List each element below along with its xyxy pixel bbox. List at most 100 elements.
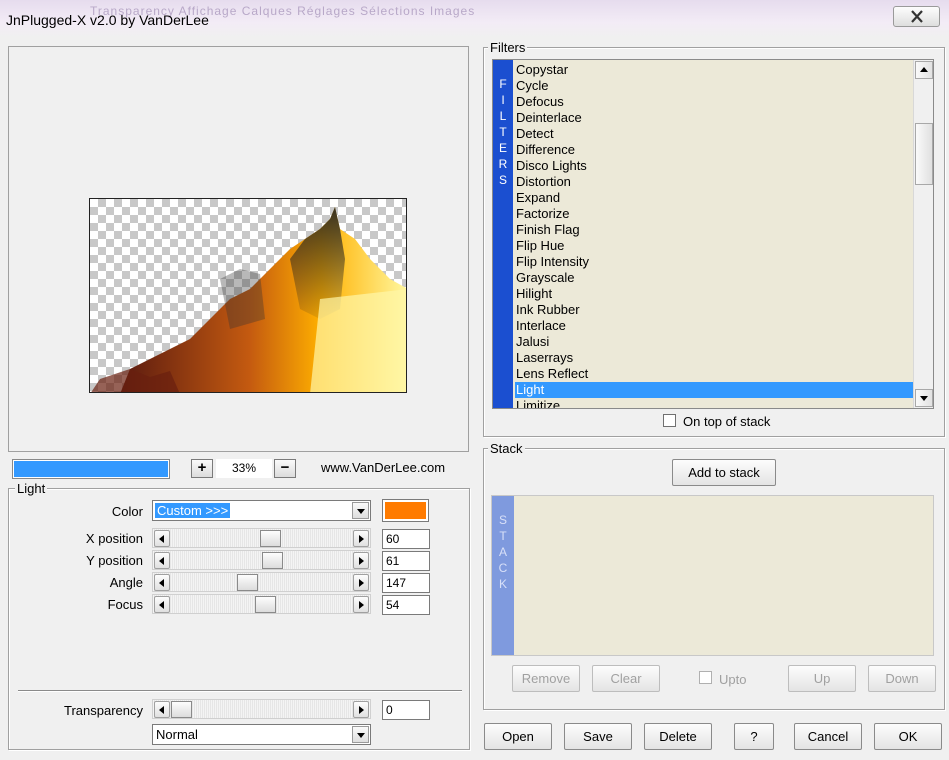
preview-panel: [8, 46, 469, 452]
strip-letter: T: [499, 529, 507, 543]
cancel-button[interactable]: Cancel: [794, 723, 862, 750]
filter-item[interactable]: Disco Lights: [515, 158, 913, 174]
strip-letter: I: [501, 93, 505, 107]
filters-items: Copystar Cycle Defocus Deinterlace Detect Dif…: [515, 62, 913, 408]
filter-item[interactable]: Expand: [515, 190, 913, 206]
filter-item[interactable]: Copystar: [515, 62, 913, 78]
strip-letter: R: [498, 157, 508, 171]
filter-item[interactable]: Laserrays: [515, 350, 913, 366]
scroll-down-icon[interactable]: [915, 389, 933, 407]
stack-list[interactable]: STACK: [491, 495, 934, 656]
slider-thumb[interactable]: [260, 530, 281, 547]
help-button[interactable]: ?: [734, 723, 774, 750]
add-to-stack-button[interactable]: Add to stack: [672, 459, 776, 486]
param-slider[interactable]: [152, 572, 371, 592]
filter-item[interactable]: Hilight: [515, 286, 913, 302]
transparency-slider[interactable]: [152, 699, 371, 719]
filter-item[interactable]: Cycle: [515, 78, 913, 94]
filter-item[interactable]: Jalusi: [515, 334, 913, 350]
ok-button[interactable]: OK: [874, 723, 942, 750]
on-top-checkbox[interactable]: [663, 414, 676, 427]
strip-letter: S: [498, 173, 507, 187]
param-value[interactable]: 147: [382, 573, 430, 593]
filters-list[interactable]: FILTERS Copystar Cycle Defocus Deinterlace D…: [492, 59, 934, 409]
open-button[interactable]: Open: [484, 723, 552, 750]
param-value[interactable]: 60: [382, 529, 430, 549]
param-slider[interactable]: [152, 550, 371, 570]
slider-thumb[interactable]: [171, 701, 192, 718]
progress-bar: [12, 459, 170, 479]
down-button[interactable]: Down: [868, 665, 936, 692]
title-bar: Transparency Affichage Calques Réglages …: [0, 0, 949, 38]
filter-item[interactable]: Lens Reflect: [515, 366, 913, 382]
color-combo-value: Custom >>>: [155, 503, 231, 518]
remove-button[interactable]: Remove: [512, 665, 580, 692]
blend-mode-select[interactable]: Normal: [152, 724, 371, 745]
arrow-left-icon[interactable]: [154, 596, 170, 613]
slider-thumb[interactable]: [255, 596, 276, 613]
param-value[interactable]: 54: [382, 595, 430, 615]
filter-item[interactable]: Finish Flag: [515, 222, 913, 238]
filter-item[interactable]: Factorize: [515, 206, 913, 222]
filter-item[interactable]: Defocus: [515, 94, 913, 110]
upto-checkbox[interactable]: [699, 671, 712, 684]
arrow-left-icon[interactable]: [154, 574, 170, 591]
color-label: Color: [111, 504, 143, 519]
scroll-up-icon[interactable]: [915, 61, 933, 79]
filter-item[interactable]: Flip Hue: [515, 238, 913, 254]
strip-letter: L: [499, 109, 507, 123]
arrow-right-icon[interactable]: [353, 701, 369, 718]
filter-item[interactable]: Grayscale: [515, 270, 913, 286]
zoom-out-button[interactable]: −: [274, 459, 296, 478]
arrow-left-icon[interactable]: [154, 701, 170, 718]
filter-item[interactable]: Interlace: [515, 318, 913, 334]
strip-letter: A: [498, 545, 507, 559]
transparency-label: Transparency: [64, 703, 143, 718]
param-value[interactable]: 61: [382, 551, 430, 571]
param-label: X position: [85, 531, 143, 546]
arrow-left-icon[interactable]: [154, 530, 170, 547]
param-label: Angle: [109, 575, 143, 590]
filter-item[interactable]: Distortion: [515, 174, 913, 190]
strip-letter: E: [498, 141, 507, 155]
chevron-down-icon[interactable]: [352, 502, 369, 519]
zoom-level: 33%: [216, 459, 272, 478]
save-button[interactable]: Save: [564, 723, 632, 750]
filter-item[interactable]: Light: [515, 382, 913, 398]
zoom-in-button[interactable]: +: [191, 459, 213, 478]
preview-image[interactable]: [89, 198, 407, 393]
strip-letter: T: [499, 125, 507, 139]
filter-item[interactable]: Deinterlace: [515, 110, 913, 126]
filter-item[interactable]: Detect: [515, 126, 913, 142]
slider-thumb[interactable]: [237, 574, 258, 591]
clear-button[interactable]: Clear: [592, 665, 660, 692]
arrow-left-icon[interactable]: [154, 552, 170, 569]
param-slider[interactable]: [152, 594, 371, 614]
transparency-value[interactable]: 0: [382, 700, 430, 720]
arrow-right-icon[interactable]: [353, 574, 369, 591]
filter-item[interactable]: Ink Rubber: [515, 302, 913, 318]
param-slider[interactable]: [152, 528, 371, 548]
chevron-down-icon[interactable]: [352, 726, 369, 743]
filter-item[interactable]: Limitize: [515, 398, 913, 408]
scroll-thumb[interactable]: [915, 123, 933, 185]
color-swatch[interactable]: [382, 499, 429, 522]
close-icon: [911, 10, 923, 23]
arrow-right-icon[interactable]: [353, 552, 369, 569]
arrow-right-icon[interactable]: [353, 596, 369, 613]
up-button[interactable]: Up: [788, 665, 856, 692]
separator: [18, 690, 462, 692]
strip-letter: C: [498, 561, 508, 575]
filters-scrollbar[interactable]: [913, 60, 933, 408]
close-button[interactable]: [893, 6, 940, 27]
delete-button[interactable]: Delete: [644, 723, 712, 750]
filter-item[interactable]: Difference: [515, 142, 913, 158]
arrow-right-icon[interactable]: [353, 530, 369, 547]
param-label: Focus: [107, 597, 143, 612]
stack-vertical-label: STACK: [492, 496, 514, 655]
slider-thumb[interactable]: [262, 552, 283, 569]
website-link[interactable]: www.VanDerLee.com: [321, 460, 445, 475]
filter-item[interactable]: Flip Intensity: [515, 254, 913, 270]
param-label: Y position: [86, 553, 143, 568]
color-combo[interactable]: Custom >>>: [152, 500, 371, 521]
